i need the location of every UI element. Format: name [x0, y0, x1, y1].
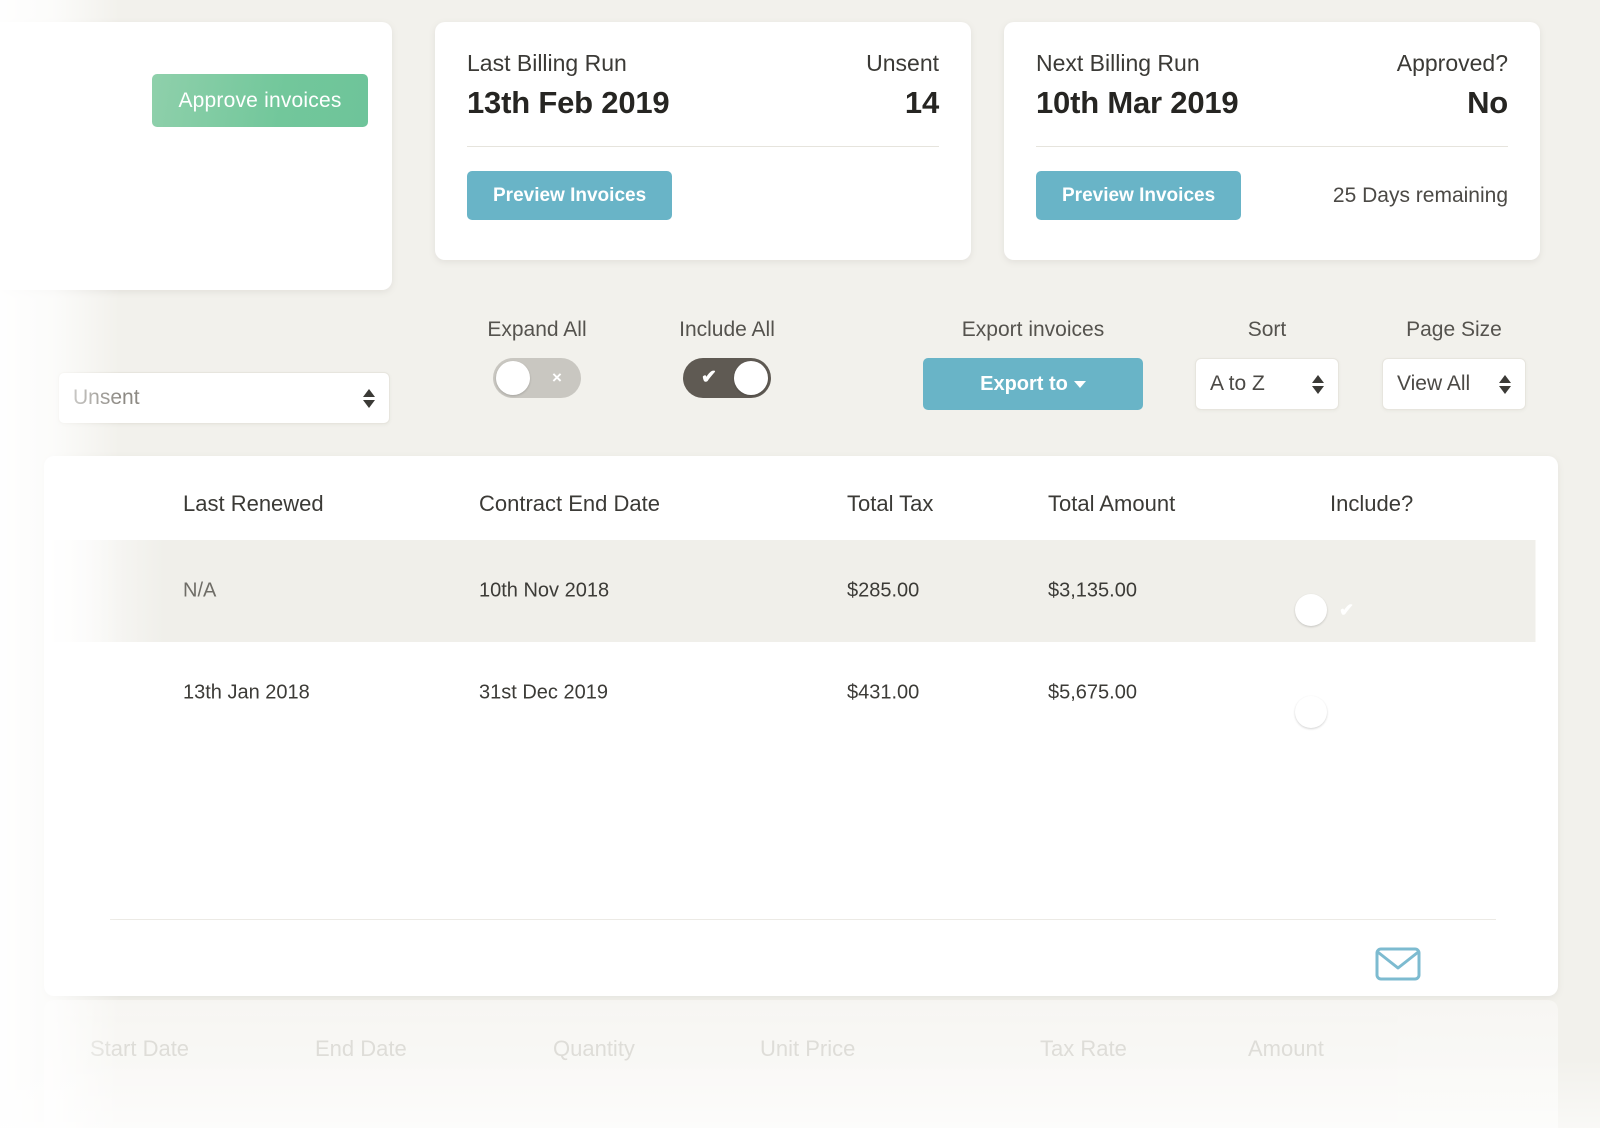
check-icon: ✔ — [1339, 702, 1355, 722]
sort-select[interactable]: A to Z — [1195, 358, 1339, 410]
export-to-button-label: Export to — [980, 372, 1068, 395]
expand-all-toggle[interactable]: × — [493, 358, 581, 398]
sort-label: Sort — [1247, 318, 1287, 341]
export-to-button[interactable]: Export to — [923, 358, 1143, 410]
last-billing-run-label: Last Billing Run — [467, 50, 627, 76]
approve-invoices-card: Approve invoices — [0, 22, 392, 290]
page-size-group: Page Size View All — [1382, 318, 1526, 410]
unsent-count: 14 — [904, 85, 939, 120]
approved-value: No — [1467, 85, 1508, 120]
cell-last-renewed: N/A — [183, 579, 217, 602]
include-all-label: Include All — [679, 318, 775, 341]
preview-invoices-button-last[interactable]: Preview Invoices — [467, 171, 673, 220]
days-remaining-text: 25 Days remaining — [1332, 183, 1508, 207]
unsent-label: Unsent — [866, 50, 939, 76]
next-billing-run-card: Next Billing Run Approved? 10th Mar 2019… — [1004, 22, 1540, 260]
check-icon: ✔ — [701, 367, 717, 388]
column-header-tax-rate: Tax Rate — [1040, 1036, 1127, 1061]
cell-last-renewed: 13th Jan 2018 — [183, 681, 310, 704]
toggle-knob — [734, 361, 768, 395]
filters-toolbar: Unsent Expand All × Include All ✔ Export… — [0, 318, 1600, 450]
next-billing-run-label: Next Billing Run — [1036, 50, 1200, 76]
include-all-group: Include All ✔ — [662, 318, 792, 398]
send-email-button[interactable] — [1374, 944, 1422, 984]
export-invoices-label: Export invoices — [961, 318, 1105, 341]
approved-label: Approved? — [1396, 50, 1508, 76]
chevron-updown-icon — [1312, 374, 1324, 394]
column-header-amount: Amount — [1248, 1036, 1324, 1061]
page-size-select-value: View All — [1397, 372, 1471, 395]
include-all-toggle[interactable]: ✔ — [683, 358, 771, 398]
cell-total-tax: $285.00 — [847, 579, 920, 602]
sort-select-value: A to Z — [1210, 372, 1265, 395]
cell-total-amount: $5,675.00 — [1048, 681, 1137, 704]
table-footer-divider — [110, 919, 1496, 920]
page-size-label: Page Size — [1406, 318, 1502, 341]
toggle-knob — [496, 361, 530, 395]
summary-cards-row: Approve invoices Last Billing Run Unsent… — [0, 22, 1600, 292]
invoices-table: Last Renewed Contract End Date Total Tax… — [44, 456, 1558, 996]
column-header-end-date: End Date — [315, 1036, 407, 1061]
last-billing-run-date: 13th Feb 2019 — [467, 85, 670, 120]
approve-invoices-button[interactable]: Approve invoices — [152, 74, 368, 127]
chevron-updown-icon — [363, 388, 375, 408]
column-header-start-date: Start Date — [90, 1036, 190, 1061]
check-icon: ✔ — [1339, 600, 1355, 620]
status-filter-select[interactable]: Unsent — [58, 372, 390, 424]
toggle-knob — [1295, 696, 1327, 728]
column-header-contract-end-date: Contract End Date — [479, 491, 660, 516]
sort-group: Sort A to Z — [1195, 318, 1339, 410]
column-header-unit-price: Unit Price — [760, 1036, 856, 1061]
cell-contract-end-date: 31st Dec 2019 — [479, 681, 608, 704]
chevron-updown-icon — [1499, 374, 1511, 394]
next-billing-run-date: 10th Mar 2019 — [1036, 85, 1239, 120]
last-billing-run-card: Last Billing Run Unsent 13th Feb 2019 14… — [435, 22, 971, 260]
column-header-include: Include? — [1330, 491, 1414, 516]
column-header-quantity: Quantity — [553, 1036, 635, 1061]
column-header-total-amount: Total Amount — [1048, 491, 1176, 516]
card-divider — [467, 146, 939, 147]
envelope-icon — [1375, 947, 1421, 981]
column-header-last-renewed: Last Renewed — [183, 491, 324, 516]
table-row[interactable]: 13th Jan 2018 31st Dec 2019 $431.00 $5,6… — [44, 642, 1558, 744]
line-items-subtable: Start Date End Date Quantity Unit Price … — [44, 1000, 1558, 1128]
expand-all-label: Expand All — [487, 318, 587, 341]
expand-all-group: Expand All × — [472, 318, 602, 398]
table-header-row: Last Renewed Contract End Date Total Tax… — [44, 456, 1558, 540]
caret-down-icon — [1073, 380, 1086, 388]
toggle-knob — [1295, 594, 1327, 626]
page-size-select[interactable]: View All — [1382, 358, 1526, 410]
cell-contract-end-date: 10th Nov 2018 — [479, 579, 610, 602]
export-invoices-group: Export invoices Export to — [923, 318, 1143, 410]
status-filter-value: Unsent — [73, 386, 140, 409]
column-header-total-tax: Total Tax — [847, 491, 934, 516]
cell-total-amount: $3,135.00 — [1048, 579, 1137, 602]
cell-total-tax: $431.00 — [847, 681, 920, 704]
table-row[interactable]: N/A 10th Nov 2018 $285.00 $3,135.00 ✔ — [44, 540, 1558, 642]
cross-icon: × — [552, 368, 562, 387]
card-divider — [1036, 146, 1508, 147]
preview-invoices-button-next[interactable]: Preview Invoices — [1036, 171, 1242, 220]
